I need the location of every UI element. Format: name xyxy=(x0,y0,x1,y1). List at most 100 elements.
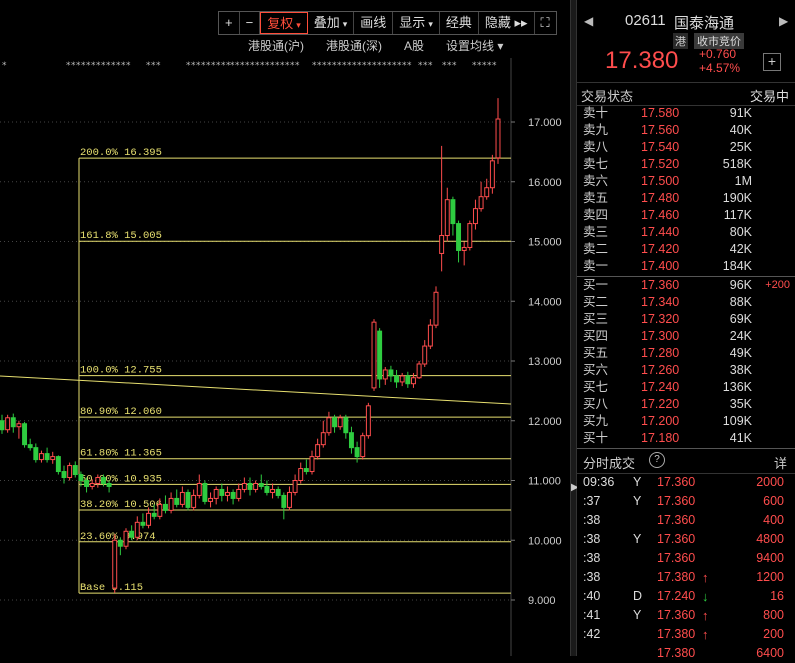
bid-row[interactable]: 买六 17.260 38K xyxy=(577,362,795,379)
ask-row[interactable]: 卖九 17.560 40K xyxy=(577,122,795,139)
candle-body xyxy=(371,321,377,389)
candle-body xyxy=(433,291,439,326)
next-stock-icon[interactable]: ▶ xyxy=(779,14,788,28)
overlay-label: 叠加 xyxy=(313,15,340,30)
level-volume: 80K xyxy=(729,225,752,239)
level-label: 卖七 xyxy=(583,157,609,171)
classic-button[interactable]: 经典 xyxy=(440,12,479,34)
tick-row: :42 17.380 ↑ 200 xyxy=(577,625,795,644)
level-price: 17.440 xyxy=(641,225,680,239)
add-watchlist-button[interactable]: + xyxy=(763,53,781,71)
ask-row[interactable]: 卖二 17.420 42K xyxy=(577,241,795,258)
candle-body xyxy=(377,330,383,380)
subbar-item[interactable]: 港股通(深) xyxy=(326,39,382,53)
level-label: 买十 xyxy=(583,431,609,445)
bid-row[interactable]: 买八 17.220 35K xyxy=(577,396,795,413)
candle-body xyxy=(10,417,16,428)
level-price: 17.480 xyxy=(641,191,680,205)
subbar-item[interactable]: 设置均线 ▾ xyxy=(446,39,503,53)
bid-row[interactable]: 买九 17.200 109K xyxy=(577,413,795,430)
overlay-button[interactable]: 叠加 ▾ xyxy=(308,12,355,34)
level-price: 17.260 xyxy=(641,363,680,377)
hide-button[interactable]: 隐藏 ▸▸ xyxy=(479,12,535,34)
ask-row[interactable]: 卖七 17.520 518K xyxy=(577,156,795,173)
trading-status-row: 交易状态 交易中 xyxy=(577,83,795,106)
draw-button[interactable]: 画线 xyxy=(354,12,394,34)
level-volume: 38K xyxy=(729,363,752,377)
candle-body xyxy=(50,456,56,461)
tick-time: :41 xyxy=(583,608,601,622)
bid-row[interactable]: 买七 17.240 136K xyxy=(577,379,795,396)
ask-row[interactable]: 卖三 17.440 80K xyxy=(577,224,795,241)
candle-body xyxy=(191,494,197,508)
display-button[interactable]: 显示 ▾ xyxy=(393,12,440,34)
zoom-in-label: + xyxy=(225,15,233,30)
arrow-up-icon: ↑ xyxy=(702,608,709,623)
candle-body xyxy=(456,223,462,251)
zoom-out-button[interactable]: − xyxy=(240,12,261,34)
ask-row[interactable]: 卖十 17.580 91K xyxy=(577,105,795,122)
candle-body xyxy=(185,491,191,508)
adjust-button[interactable]: 复权 ▾ xyxy=(260,12,308,34)
candle-body xyxy=(253,482,259,490)
ask-row[interactable]: 卖八 17.540 25K xyxy=(577,139,795,156)
fib-level-label: 38.20% 10.506 xyxy=(80,499,162,511)
kline-chart-pane[interactable]: * * * * * * * * * * * * * * * * * * * * * * * * * * * * * * * * * * * * * * * *… xyxy=(0,0,570,656)
fullscreen-button[interactable]: ⛶ xyxy=(535,12,556,34)
level-price: 17.340 xyxy=(641,295,680,309)
bid-row[interactable]: 买一 17.360 96K +200 xyxy=(577,277,795,294)
tick-row: :38 17.360 9400 xyxy=(577,549,795,568)
fib-level-label: 80.90% 12.060 xyxy=(80,406,162,418)
subbar-item[interactable]: 港股通(沪) xyxy=(248,39,304,53)
candle-body xyxy=(439,235,445,254)
tick-price: 17.360 xyxy=(657,475,696,489)
subbar-item[interactable]: A股 xyxy=(404,39,424,53)
hide-label: 隐藏 ▸▸ xyxy=(484,15,528,30)
ask-row[interactable]: 卖五 17.480 190K xyxy=(577,190,795,207)
info-icon[interactable]: ? xyxy=(649,452,665,468)
level-price: 17.180 xyxy=(641,431,680,445)
tick-price: 17.360 xyxy=(657,551,696,565)
tick-qty: 6400 xyxy=(756,646,784,660)
bid-row[interactable]: 买十 17.180 41K xyxy=(577,430,795,447)
level-price: 17.420 xyxy=(641,242,680,256)
bid-row[interactable]: 买五 17.280 49K xyxy=(577,345,795,362)
prev-stock-icon[interactable]: ◀ xyxy=(584,14,593,28)
bid-row[interactable]: 买三 17.320 69K xyxy=(577,311,795,328)
candle-body xyxy=(224,491,230,496)
level-label: 卖六 xyxy=(583,174,609,188)
level-price: 17.280 xyxy=(641,346,680,360)
bid-row[interactable]: 买四 17.300 24K xyxy=(577,328,795,345)
status-value: 交易中 xyxy=(749,89,789,104)
level-price: 17.320 xyxy=(641,312,680,326)
tick-qty: 800 xyxy=(763,608,784,622)
tick-row: :40 D 17.240 ↓ 16 xyxy=(577,587,795,606)
draw-label: 画线 xyxy=(360,15,387,30)
candle-body xyxy=(388,369,394,377)
ask-row[interactable]: 卖四 17.460 117K xyxy=(577,207,795,224)
level-volume: 88K xyxy=(729,295,752,309)
ask-row[interactable]: 卖一 17.400 184K xyxy=(577,258,795,275)
tick-qty: 16 xyxy=(770,589,784,603)
bid-row[interactable]: 买二 17.340 88K xyxy=(577,294,795,311)
y-tick-label: 14.000 xyxy=(528,296,562,308)
tick-price: 17.360 xyxy=(657,532,696,546)
candle-body xyxy=(337,417,343,428)
tick-price: 17.360 xyxy=(657,494,696,508)
tick-row: :38 17.380 ↑ 1200 xyxy=(577,568,795,587)
candle-body xyxy=(382,369,388,380)
candle-body xyxy=(286,491,292,508)
zoom-in-button[interactable]: + xyxy=(219,12,240,34)
candle-body xyxy=(247,482,253,490)
candle-body xyxy=(264,485,270,493)
tick-row: :41 Y 17.360 ↑ 800 xyxy=(577,606,795,625)
ask-row[interactable]: 卖六 17.500 1M xyxy=(577,173,795,190)
ticks-detail-button[interactable]: 详 xyxy=(774,453,787,472)
arrow-down-icon: ↓ xyxy=(702,589,709,604)
y-tick-label: 13.000 xyxy=(528,356,562,368)
kline-chart[interactable]: * * * * * * * * * * * * * * * * * * * * * * * * * * * * * * * * * * * * * * * *… xyxy=(0,0,570,656)
tick-row: :38 Y 17.360 4800 xyxy=(577,530,795,549)
y-tick-label: 12.000 xyxy=(528,416,562,428)
candle-body xyxy=(326,417,332,434)
pane-divider[interactable]: ▶ xyxy=(570,0,579,656)
